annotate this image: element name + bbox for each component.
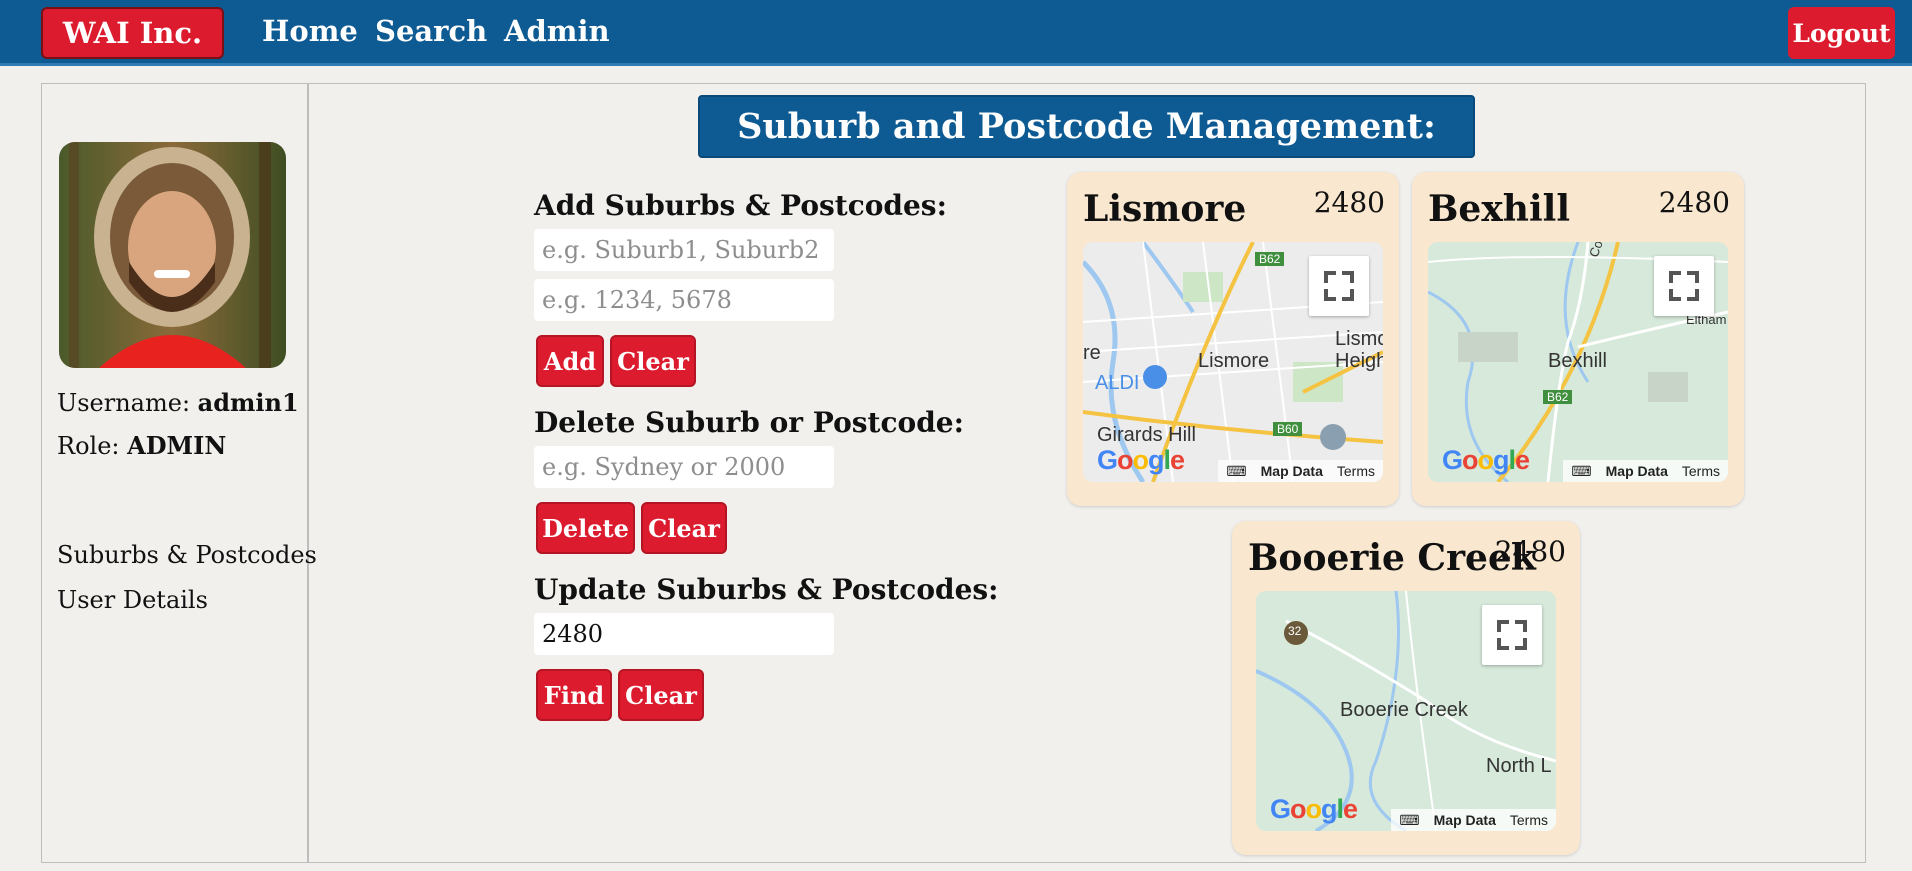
map-footer: ⌨ Map Data Terms <box>1563 460 1728 482</box>
find-button[interactable]: Find <box>536 669 612 721</box>
card-postcode: 2480 <box>1658 186 1730 219</box>
brand-button[interactable]: WAI Inc. <box>41 7 224 59</box>
map[interactable]: Lismore ALDI Girards Hill Lismo Heigh re… <box>1083 242 1383 482</box>
suburb-card: Booerie Creek 2480 Booerie Creek North L… <box>1232 521 1580 855</box>
map-data-link[interactable]: Map Data <box>1606 463 1668 479</box>
update-input[interactable] <box>534 613 834 655</box>
card-postcode: 2480 <box>1313 186 1385 219</box>
card-suburb-name: Bexhill <box>1428 188 1570 230</box>
map-data-link[interactable]: Map Data <box>1261 463 1323 479</box>
suburb-card: Lismore 2480 Lismore ALDI Girards Hill L… <box>1067 172 1399 506</box>
keyboard-icon[interactable]: ⌨ <box>1399 812 1419 829</box>
map-label: ALDI <box>1095 372 1140 394</box>
card-suburb-name: Booerie Creek <box>1248 537 1536 579</box>
add-section-label: Add Suburbs & Postcodes: <box>534 189 947 222</box>
card-suburb-name: Lismore <box>1083 188 1247 230</box>
google-logo: Google <box>1097 445 1185 475</box>
suburb-card: Bexhill 2480 Bexhill Corndale Rd Eltham … <box>1412 172 1744 506</box>
keyboard-icon[interactable]: ⌨ <box>1226 463 1246 480</box>
add-button[interactable]: Add <box>536 335 604 387</box>
road-badge: B62 <box>1255 252 1285 266</box>
card-postcode: 2480 <box>1494 535 1566 568</box>
road-badge: B60 <box>1273 422 1303 436</box>
map-label: Booerie Creek <box>1340 699 1468 721</box>
google-logo: Google <box>1270 794 1358 824</box>
delete-clear-button[interactable]: Clear <box>641 502 727 554</box>
postcodes-input[interactable] <box>534 279 834 321</box>
delete-input[interactable] <box>534 446 834 488</box>
map-label: Lismo <box>1335 328 1383 350</box>
map-footer: ⌨ Map Data Terms <box>1391 809 1556 831</box>
map[interactable]: Bexhill Corndale Rd Eltham B62 Google ⌨ … <box>1428 242 1728 482</box>
terms-link[interactable]: Terms <box>1510 812 1548 828</box>
role-row: Role: ADMIN <box>57 431 226 460</box>
map-label: Bexhill <box>1548 350 1607 372</box>
map-label: Lismore <box>1198 350 1270 372</box>
add-clear-button[interactable]: Clear <box>610 335 696 387</box>
role-value: ADMIN <box>127 431 227 460</box>
map-label: Heigh <box>1335 350 1383 372</box>
keyboard-icon[interactable]: ⌨ <box>1571 463 1591 480</box>
terms-link[interactable]: Terms <box>1682 463 1720 479</box>
fullscreen-icon[interactable] <box>1482 605 1542 665</box>
fullscreen-icon[interactable] <box>1654 256 1714 316</box>
road-badge: B62 <box>1543 390 1573 404</box>
update-section-label: Update Suburbs & Postcodes: <box>534 573 999 606</box>
nav-admin-link[interactable]: Admin <box>504 14 610 48</box>
terms-link[interactable]: Terms <box>1337 463 1375 479</box>
delete-section-label: Delete Suburb or Postcode: <box>534 406 964 439</box>
suburbs-input[interactable] <box>534 229 834 271</box>
role-label: Role: <box>57 432 120 460</box>
map-label: North L <box>1486 755 1552 777</box>
delete-button[interactable]: Delete <box>536 502 635 554</box>
map[interactable]: Booerie Creek North L 32 Google ⌨ Map Da… <box>1256 591 1556 831</box>
sidebar-item-user-details[interactable]: User Details <box>57 586 208 614</box>
username-row: Username: admin1 <box>57 388 299 417</box>
nav-search-link[interactable]: Search <box>375 14 487 48</box>
google-logo: Google <box>1442 445 1530 475</box>
page-title: Suburb and Postcode Management: <box>698 95 1475 158</box>
logout-button[interactable]: Logout <box>1788 7 1895 59</box>
map-footer: ⌨ Map Data Terms <box>1218 460 1383 482</box>
sidebar-item-suburbs-postcodes[interactable]: Suburbs & Postcodes <box>57 541 317 569</box>
fullscreen-icon[interactable] <box>1309 256 1369 316</box>
username-label: Username: <box>57 389 191 417</box>
update-clear-button[interactable]: Clear <box>618 669 704 721</box>
nav-home-link[interactable]: Home <box>262 14 358 48</box>
map-label: re <box>1083 342 1101 364</box>
username-value: admin1 <box>197 388 299 417</box>
route-shield: 32 <box>1288 624 1302 638</box>
map-data-link[interactable]: Map Data <box>1434 812 1496 828</box>
avatar <box>59 142 286 368</box>
navbar: WAI Inc. Home Search Admin Logout <box>0 0 1912 66</box>
map-label: Girards Hill <box>1097 424 1196 446</box>
